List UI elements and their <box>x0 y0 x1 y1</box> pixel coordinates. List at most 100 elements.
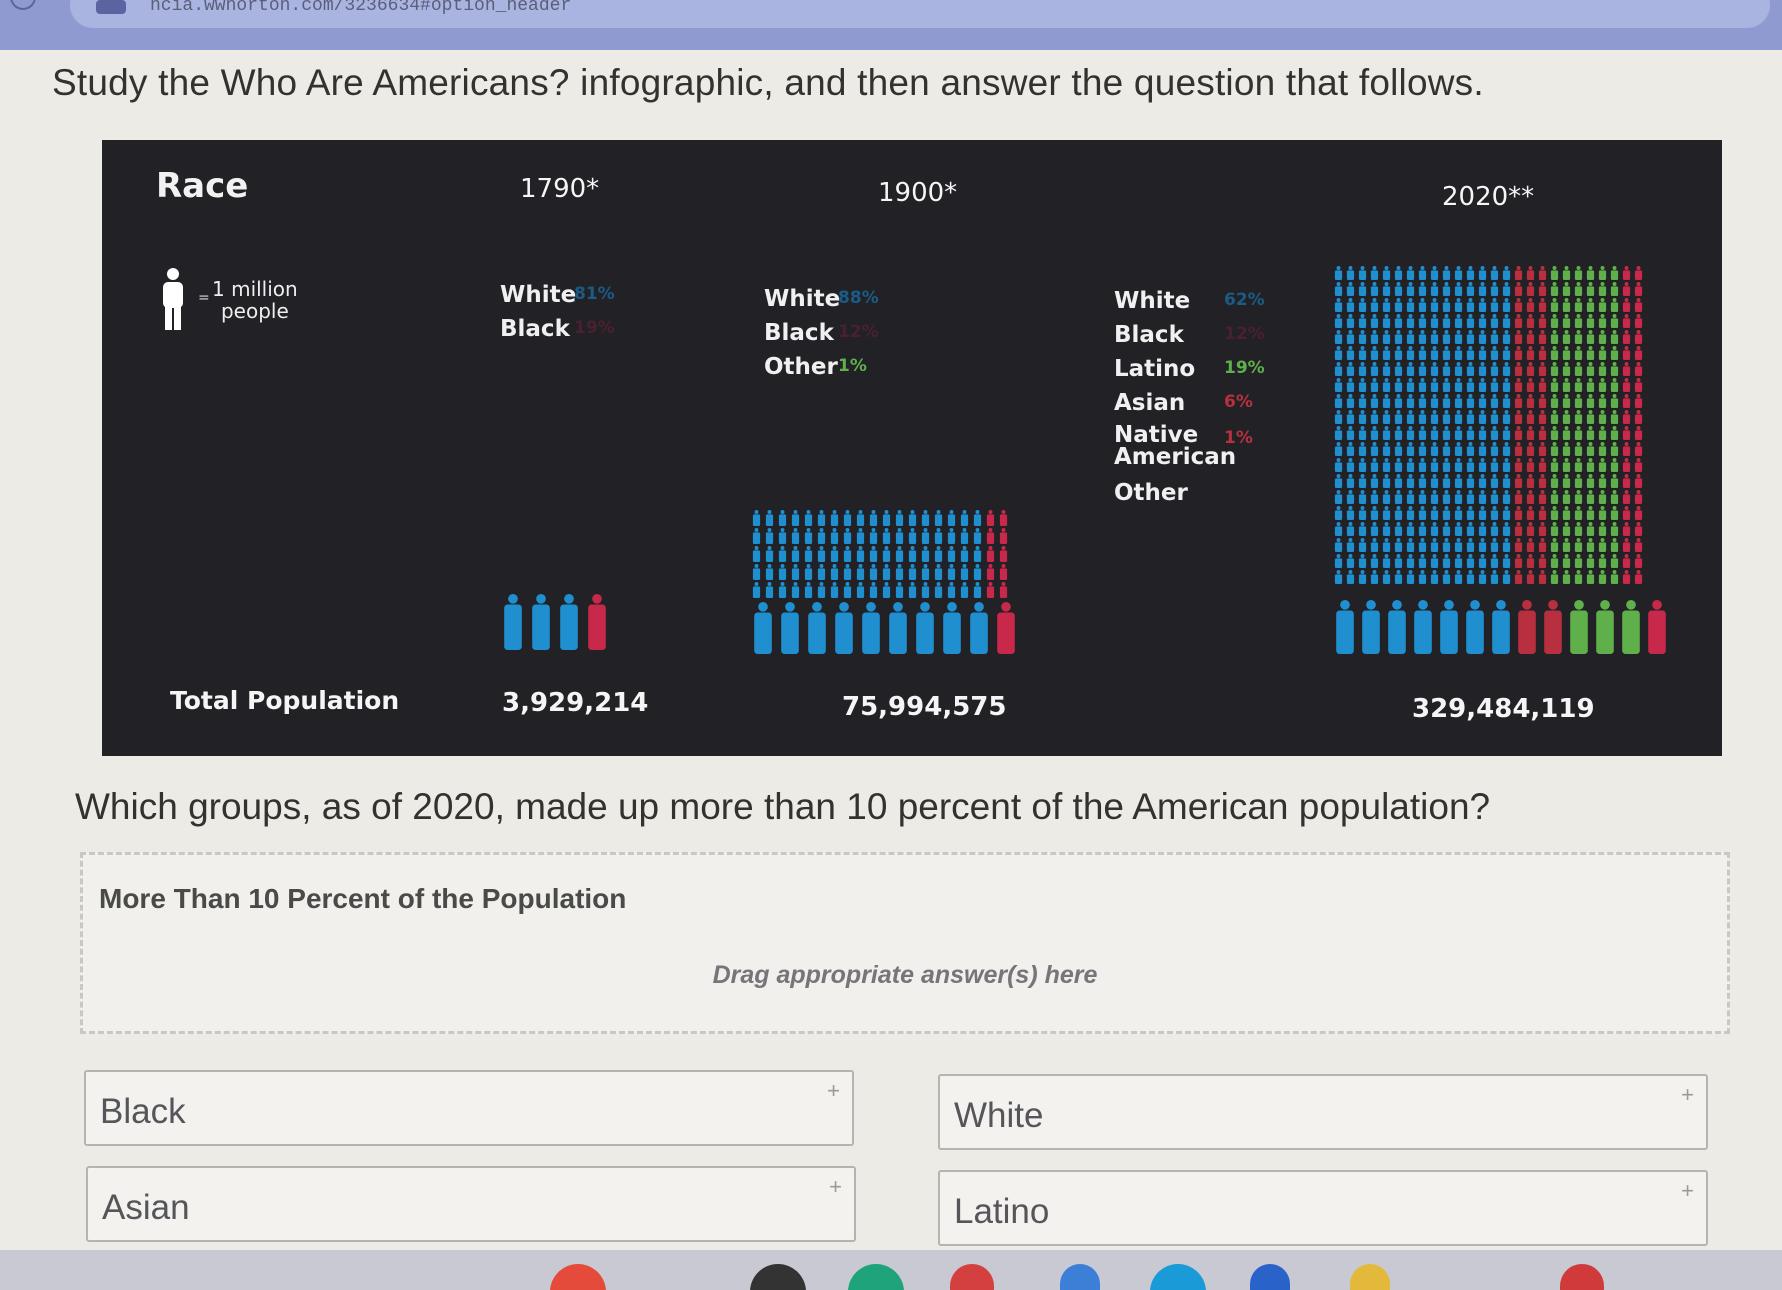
chrome-icon[interactable] <box>550 1264 606 1290</box>
person-figure <box>882 546 891 562</box>
person-figure <box>1370 522 1379 536</box>
infographic-title: Race <box>156 166 249 206</box>
person-figure <box>1622 490 1631 504</box>
person-figure <box>1538 394 1547 408</box>
person-figure <box>1538 346 1547 360</box>
person-figure <box>960 510 969 526</box>
person-figure <box>1418 442 1427 456</box>
person-figure <box>1550 298 1559 312</box>
app-icon[interactable] <box>848 1264 904 1290</box>
person-figure <box>1406 266 1415 280</box>
person-figure <box>970 602 988 654</box>
person-figure <box>843 582 852 598</box>
person-figure <box>1478 426 1487 440</box>
label-2020-asian: Asian <box>1114 390 1186 416</box>
person-figure <box>830 564 839 580</box>
app-icon[interactable] <box>1560 1264 1604 1290</box>
person-figure <box>1598 330 1607 344</box>
person-figure <box>1382 282 1391 296</box>
person-figure <box>1370 314 1379 328</box>
person-figure <box>960 564 969 580</box>
person-figure <box>1418 346 1427 360</box>
person-figure <box>1478 298 1487 312</box>
person-figure <box>1440 600 1458 654</box>
person-figure <box>960 528 969 544</box>
person-figure <box>1358 522 1367 536</box>
person-figure <box>1418 554 1427 568</box>
person-figure <box>1358 458 1367 472</box>
person-figure <box>1442 282 1451 296</box>
person-figure <box>960 546 969 562</box>
person-figure <box>1598 442 1607 456</box>
person-figure <box>1454 506 1463 520</box>
person-figure <box>1466 282 1475 296</box>
person-figure <box>1586 378 1595 392</box>
person-figure <box>1634 506 1643 520</box>
person-figure <box>1550 442 1559 456</box>
person-figure <box>765 510 774 526</box>
person-figure <box>1406 522 1415 536</box>
total-2020: 329,484,119 <box>1412 694 1595 724</box>
person-figure <box>1358 378 1367 392</box>
person-figure <box>1538 522 1547 536</box>
person-figure <box>1442 490 1451 504</box>
person-figure <box>1418 314 1427 328</box>
person-figure <box>560 594 578 650</box>
person-figure <box>1562 410 1571 424</box>
person-figure <box>830 510 839 526</box>
person-figure <box>1346 266 1355 280</box>
person-figure <box>1562 490 1571 504</box>
person-figure <box>1334 458 1343 472</box>
app-icon[interactable] <box>750 1264 806 1290</box>
choice-asian[interactable]: Asian + <box>86 1166 856 1242</box>
person-figure <box>1550 554 1559 568</box>
person-figure <box>1502 554 1511 568</box>
person-figure <box>765 582 774 598</box>
person-figure <box>1586 490 1595 504</box>
person-figure <box>947 564 956 580</box>
person-figure <box>1526 474 1535 488</box>
person-figure <box>1370 538 1379 552</box>
person-figure <box>1634 426 1643 440</box>
app-icon[interactable] <box>1150 1264 1206 1290</box>
choice-white[interactable]: White + <box>938 1074 1708 1150</box>
choice-black[interactable]: Black + <box>84 1070 854 1146</box>
label-2020-black: Black <box>1114 322 1184 348</box>
person-figure <box>1466 378 1475 392</box>
person-figure <box>1406 442 1415 456</box>
person-figure <box>804 564 813 580</box>
person-figure <box>1442 330 1451 344</box>
person-figure <box>1358 394 1367 408</box>
app-icon[interactable] <box>1250 1264 1290 1290</box>
person-figure <box>1478 314 1487 328</box>
site-info-icon[interactable] <box>96 0 126 14</box>
person-figure <box>1430 266 1439 280</box>
docs-icon[interactable] <box>1060 1264 1100 1290</box>
person-figure <box>1526 298 1535 312</box>
browser-address-bar: ncia.wwnorton.com/3236634#option_header <box>0 0 1782 50</box>
person-figure <box>1346 490 1355 504</box>
person-figure <box>1418 378 1427 392</box>
reload-icon[interactable] <box>10 0 36 10</box>
gmail-icon[interactable] <box>950 1264 994 1290</box>
person-figure <box>1442 314 1451 328</box>
person-figure <box>1394 282 1403 296</box>
dropzone-title: More Than 10 Percent of the Population <box>99 883 627 914</box>
person-figure <box>1418 506 1427 520</box>
person-figure <box>1394 442 1403 456</box>
year-2020: 2020** <box>1442 182 1535 212</box>
answer-dropzone[interactable]: More Than 10 Percent of the Population D… <box>80 852 1730 1034</box>
person-figure <box>754 602 772 654</box>
person-figure <box>1526 506 1535 520</box>
choice-latino[interactable]: Latino + <box>938 1170 1708 1246</box>
person-figure <box>1598 266 1607 280</box>
total-1790: 3,929,214 <box>502 688 649 718</box>
app-icon[interactable] <box>1350 1264 1390 1290</box>
person-figure <box>1490 490 1499 504</box>
person-figure <box>1622 426 1631 440</box>
person-figure <box>1418 490 1427 504</box>
person-figure <box>1538 506 1547 520</box>
person-figure <box>1442 442 1451 456</box>
person-figure <box>999 582 1008 598</box>
person-figure <box>1382 490 1391 504</box>
